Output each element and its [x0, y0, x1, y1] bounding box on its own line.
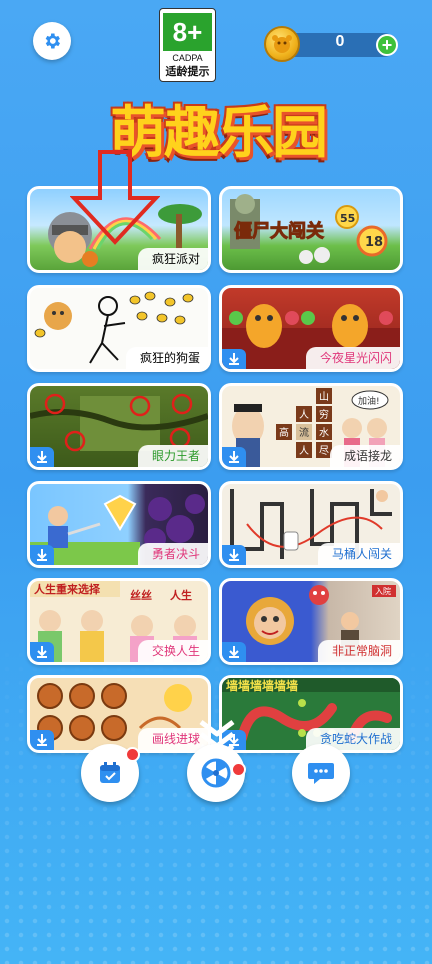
age-rating-badge[interactable]: 8+ CADPA 适龄提示 [159, 8, 216, 82]
download-icon[interactable] [222, 447, 246, 467]
game-label: 马桶人闯关 [317, 543, 400, 565]
swap-title-text: 人生重来选择 [34, 582, 101, 596]
game-card-toilet-man[interactable]: 马桶人闯关 [219, 481, 403, 568]
settings-button[interactable] [33, 22, 71, 60]
age-rating-value: 8+ [163, 13, 212, 51]
game-label: 疯狂的狗蛋 [125, 347, 208, 369]
game-thumbnail: 僵尸大闯关 55 18 [222, 189, 400, 270]
idiom-char: 尽 [319, 445, 329, 457]
wheel-icon [201, 758, 231, 788]
notification-dot [125, 747, 140, 762]
swap-tag-text: 人生 [170, 588, 192, 602]
game-card-weird-brain[interactable]: 入院 非正常脑洞 [219, 578, 403, 665]
brain-tag-text: 入院 [375, 586, 391, 596]
arrow-down-icon [70, 150, 160, 245]
chat-icon [308, 763, 334, 784]
pvz-title-text: 僵尸大闯关 [234, 220, 324, 242]
game-label: 疯狂派对 [137, 248, 208, 270]
age-rating-tip: 适龄提示 [165, 65, 210, 78]
sun-55-text: 55 [340, 212, 355, 225]
game-card-crazy-doge[interactable]: 疯狂的狗蛋 [27, 285, 211, 372]
plus-icon[interactable]: + [376, 34, 398, 56]
download-icon[interactable] [222, 545, 246, 565]
notification-dot [231, 762, 246, 777]
game-label: 交换人生 [137, 640, 208, 662]
coin-icon [264, 26, 300, 62]
game-card-eye-king[interactable]: 眼力王者 [27, 383, 211, 470]
swap-tag-text: 丝丝 [130, 588, 152, 602]
snake-wall-text: 墙墙墙墙墙墙 [226, 678, 298, 693]
game-label: 非正常脑洞 [317, 640, 400, 662]
game-card-idiom-chain[interactable]: 山 穷 人 水 高 流 尽 人 加油! 成语接龙 [219, 383, 403, 470]
message-button[interactable] [292, 744, 350, 802]
download-icon[interactable] [30, 447, 54, 467]
game-card-hero-duel[interactable]: 勇者决斗 [27, 481, 211, 568]
game-label: 眼力王者 [137, 445, 208, 467]
idiom-char: 水 [319, 427, 329, 439]
game-card-snake[interactable]: 墙墙墙墙墙墙 贪吃蛇大作战 [219, 675, 403, 753]
game-label: 勇者决斗 [137, 543, 208, 565]
download-icon[interactable] [30, 545, 54, 565]
idiom-char: 流 [299, 426, 309, 439]
game-card-zombie-adventure[interactable]: 僵尸大闯关 55 18 [219, 186, 403, 273]
game-label: 成语接龙 [329, 445, 400, 467]
idiom-char: 穷 [319, 408, 329, 421]
idiom-char: 人 [299, 445, 309, 457]
game-card-starlight[interactable]: 今夜星光闪闪 [219, 285, 403, 372]
download-icon[interactable] [222, 349, 246, 369]
calendar-icon [100, 762, 120, 783]
age-rating-org: CADPA [172, 53, 203, 63]
game-card-draw-goal[interactable]: 画线进球 [27, 675, 211, 753]
download-icon[interactable] [30, 642, 54, 662]
idiom-bubble-text: 加油! [358, 395, 380, 407]
idiom-char: 山 [319, 391, 329, 403]
sun-18-text: 18 [365, 235, 383, 250]
gear-icon [45, 33, 60, 49]
idiom-char: 人 [299, 409, 309, 421]
coin-count: 0 [335, 33, 345, 50]
game-card-swap-life[interactable]: 人生重来选择 丝丝 人生 交换人生 [27, 578, 211, 665]
game-label: 今夜星光闪闪 [305, 347, 400, 369]
idiom-char: 高 [279, 426, 289, 439]
download-icon[interactable] [222, 642, 246, 662]
download-icon[interactable] [30, 730, 54, 750]
